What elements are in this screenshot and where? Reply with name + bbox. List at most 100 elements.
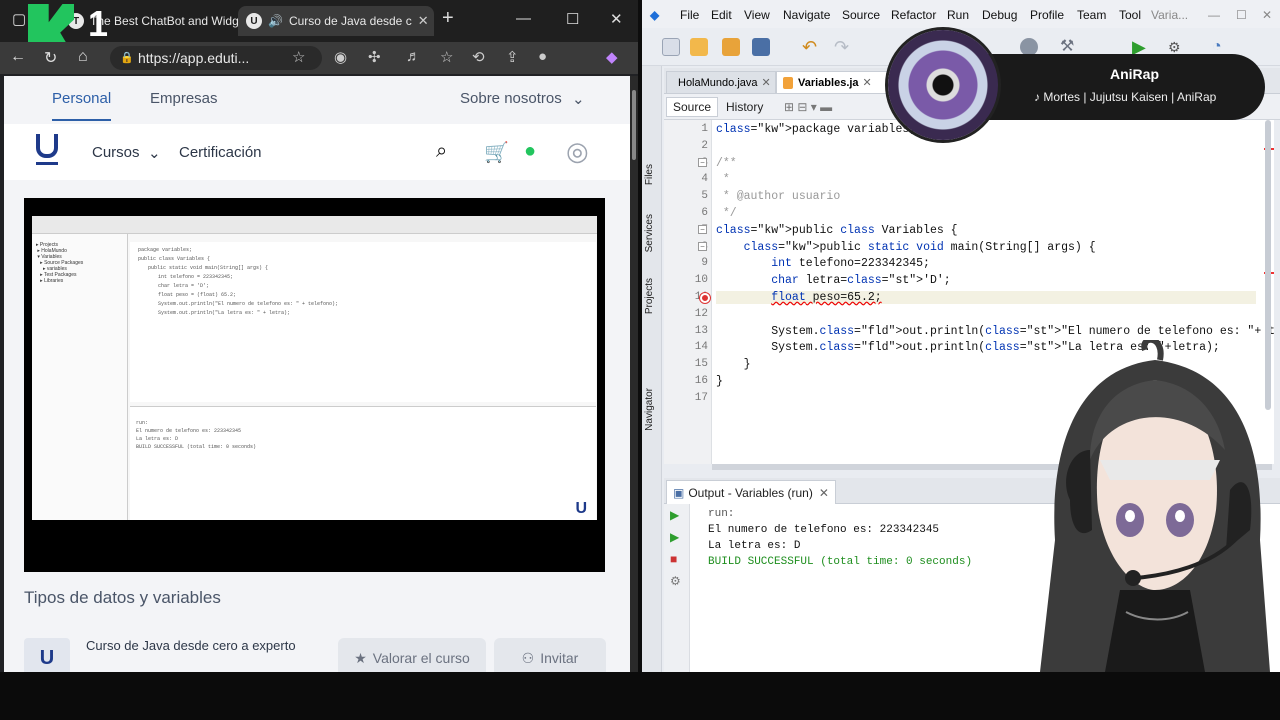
window-title: Varia... bbox=[1151, 8, 1189, 22]
search-icon[interactable]: ⌕ bbox=[436, 140, 447, 163]
source-button[interactable]: Source bbox=[666, 97, 719, 117]
tab-close-icon[interactable]: ✕ bbox=[819, 486, 829, 500]
menu-view[interactable]: View bbox=[744, 8, 770, 22]
cart-icon[interactable]: 🛒 bbox=[484, 140, 509, 165]
menu-navigate[interactable]: Navigate bbox=[783, 8, 830, 22]
whatsapp-icon[interactable]: ● bbox=[524, 140, 536, 163]
settings-icon[interactable]: ⚙ bbox=[670, 574, 684, 588]
close-window-button[interactable]: ✕ bbox=[1262, 8, 1272, 22]
minimize-button[interactable]: — bbox=[1208, 8, 1220, 22]
nav-certification[interactable]: Certificación bbox=[179, 144, 262, 161]
rerun-icon[interactable]: ▶ bbox=[670, 508, 684, 522]
code-line[interactable]: class="kw">public class Variables { bbox=[716, 224, 958, 237]
favorite-star-icon[interactable]: ☆ bbox=[292, 48, 305, 66]
menu-tools[interactable]: Tool bbox=[1119, 8, 1141, 22]
profile-avatar-icon[interactable]: ● bbox=[538, 48, 547, 65]
code-line[interactable]: int telefono=223342345; bbox=[716, 257, 930, 270]
page-scrollbar[interactable] bbox=[630, 76, 638, 672]
redo-icon[interactable]: ↷ bbox=[834, 38, 852, 56]
extension-icon[interactable]: ◉ bbox=[334, 48, 347, 66]
code-line[interactable]: /** bbox=[716, 157, 737, 170]
open-project-icon[interactable] bbox=[722, 38, 740, 56]
output-line: La letra es: D bbox=[708, 540, 801, 552]
code-line[interactable]: } bbox=[716, 375, 723, 388]
menu-debug[interactable]: Debug bbox=[982, 8, 1017, 22]
menu-team[interactable]: Team bbox=[1077, 8, 1106, 22]
music-icon[interactable]: ♬ bbox=[406, 48, 421, 65]
tab-chatbot[interactable]: T The Best ChatBot and Widg ✕ bbox=[60, 6, 238, 36]
tab-close-icon[interactable]: ✕ bbox=[762, 76, 771, 89]
menu-profile[interactable]: Profile bbox=[1030, 8, 1064, 22]
code-line[interactable]: float peso=65.2; bbox=[716, 291, 1256, 304]
scrollbar-thumb[interactable] bbox=[632, 90, 636, 160]
side-tab-services[interactable]: Services bbox=[644, 214, 655, 252]
tab-output[interactable]: ▣ Output - Variables (run) ✕ bbox=[666, 480, 836, 504]
top-link-personal[interactable]: Personal bbox=[52, 90, 112, 121]
top-link-about[interactable]: Sobre nosotros bbox=[460, 90, 562, 107]
side-tab-navigator[interactable]: Navigator bbox=[644, 388, 655, 431]
sidebar-toggle-icon[interactable]: ▢ bbox=[12, 10, 26, 28]
tab-java-course[interactable]: U 🔊 Curso de Java desde c ✕ bbox=[238, 6, 434, 36]
tab-variables[interactable]: Variables.ja ✕ bbox=[776, 71, 892, 93]
top-link-empresas[interactable]: Empresas bbox=[150, 90, 218, 107]
side-tab-projects[interactable]: Projects bbox=[644, 278, 655, 314]
maximize-button[interactable]: ☐ bbox=[1236, 8, 1247, 22]
nav-courses[interactable]: Cursos bbox=[92, 144, 140, 161]
save-all-icon[interactable] bbox=[752, 38, 770, 56]
home-icon[interactable]: ⌂ bbox=[78, 48, 88, 66]
back-arrow-icon[interactable]: ← bbox=[10, 48, 26, 66]
url-field[interactable]: 🔒 https://app.eduti... bbox=[110, 46, 322, 70]
fold-toggle-icon[interactable]: − bbox=[698, 158, 707, 167]
code-line[interactable]: System.class="fld">out.println(class="st… bbox=[716, 325, 1274, 338]
rerun-options-icon[interactable]: ▶ bbox=[670, 530, 684, 544]
menu-source[interactable]: Source bbox=[842, 8, 880, 22]
video-player[interactable]: ▸ Projects ▸ HolaMundo ▾ Variables ▸ Sou… bbox=[24, 198, 605, 572]
invite-button[interactable]: ⚇ Invitar bbox=[494, 638, 606, 672]
close-window-button[interactable]: ✕ bbox=[610, 10, 623, 28]
chevron-down-icon[interactable]: ⌄ bbox=[148, 144, 161, 162]
code-line[interactable]: */ bbox=[716, 207, 737, 220]
code-line[interactable]: class="kw">package variables; bbox=[716, 123, 916, 136]
code-line[interactable]: } bbox=[716, 358, 751, 371]
chevron-down-icon[interactable]: ⌄ bbox=[572, 90, 585, 108]
fold-toggle-icon[interactable]: − bbox=[698, 242, 707, 251]
rate-course-label: Valorar el curso bbox=[372, 650, 470, 666]
maximize-button[interactable]: ☐ bbox=[566, 10, 579, 28]
error-marker-icon[interactable] bbox=[700, 293, 710, 303]
new-project-icon[interactable] bbox=[690, 38, 708, 56]
stop-icon[interactable]: ■ bbox=[670, 552, 684, 566]
course-name[interactable]: Curso de Java desde cero a experto bbox=[86, 638, 296, 653]
line-number: 4 bbox=[701, 173, 708, 186]
new-tab-button[interactable]: + bbox=[442, 7, 454, 30]
editor-tools-icon[interactable]: ⊞ ⊟ ▾ ▬ bbox=[778, 97, 838, 117]
site-logo[interactable] bbox=[36, 134, 58, 165]
user-icon[interactable]: ◎ bbox=[566, 136, 589, 167]
tab-close-icon[interactable]: ✕ bbox=[863, 76, 872, 89]
menu-run[interactable]: Run bbox=[947, 8, 969, 22]
code-line[interactable]: * bbox=[716, 173, 730, 186]
reload-icon[interactable]: ↻ bbox=[44, 48, 57, 68]
code-line[interactable]: * @author usuario bbox=[716, 190, 840, 203]
new-file-icon[interactable] bbox=[662, 38, 680, 56]
fold-toggle-icon[interactable]: − bbox=[698, 225, 707, 234]
copilot-icon[interactable]: ◆ bbox=[606, 48, 618, 66]
minimize-button[interactable]: — bbox=[516, 10, 531, 27]
tab-close-icon[interactable]: ✕ bbox=[412, 13, 429, 29]
side-tab-files[interactable]: Files bbox=[644, 164, 655, 185]
menu-refactor[interactable]: Refactor bbox=[891, 8, 936, 22]
code-line[interactable]: class="kw">public static void main(Strin… bbox=[716, 241, 1096, 254]
rate-course-button[interactable]: ★ Valorar el curso bbox=[338, 638, 486, 672]
video-code-line: char letra = 'D'; bbox=[158, 283, 210, 289]
history-button[interactable]: History bbox=[720, 97, 769, 117]
share-icon[interactable]: ⇪ bbox=[506, 48, 519, 66]
puzzle-icon[interactable]: ✣ bbox=[368, 48, 381, 66]
menu-edit[interactable]: Edit bbox=[711, 8, 732, 22]
favorites-icon[interactable]: ☆ bbox=[440, 48, 453, 66]
undo-icon[interactable]: ↶ bbox=[802, 38, 820, 56]
history-icon[interactable]: ⟲ bbox=[472, 48, 485, 66]
speaker-icon[interactable]: 🔊 bbox=[268, 14, 283, 28]
lock-icon: 🔒 bbox=[120, 52, 134, 64]
code-line[interactable]: char letra=class="st">'D'; bbox=[716, 274, 950, 287]
menu-file[interactable]: File bbox=[680, 8, 699, 22]
tab-holamundo[interactable]: HolaMundo.java ✕ bbox=[666, 71, 776, 93]
